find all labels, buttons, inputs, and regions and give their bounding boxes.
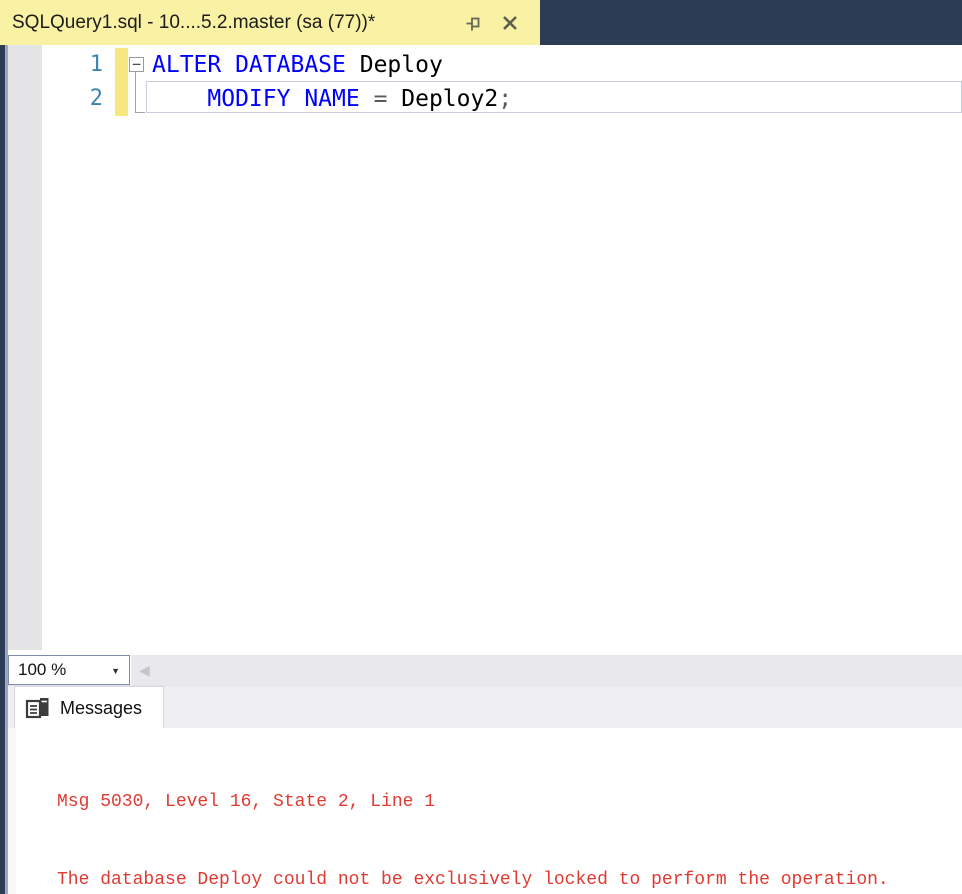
sql-operator: = bbox=[359, 86, 402, 112]
messages-panel: Msg 5030, Level 16, State 2, Line 1 The … bbox=[8, 728, 962, 894]
pin-icon[interactable] bbox=[460, 10, 486, 36]
code-line-2[interactable]: 2 MODIFY NAME = Deploy2; bbox=[42, 82, 962, 116]
document-tab-sqlquery1[interactable]: SQLQuery1.sql - 10....5.2.master (sa (77… bbox=[0, 0, 540, 45]
close-icon[interactable] bbox=[497, 10, 523, 36]
sql-identifier: Deploy2 bbox=[401, 86, 499, 112]
line-number: 1 bbox=[89, 52, 103, 77]
messages-icon bbox=[25, 696, 51, 720]
collapse-icon[interactable]: − bbox=[129, 57, 144, 72]
error-message-line: Msg 5030, Level 16, State 2, Line 1 bbox=[57, 792, 436, 812]
scroll-left-arrow-icon[interactable]: ◀ bbox=[139, 655, 150, 685]
zoom-value: 100 % bbox=[18, 660, 67, 679]
change-tracking-bar bbox=[115, 48, 128, 82]
indicator-margin bbox=[8, 45, 42, 650]
horizontal-scrollbar[interactable]: ◀ bbox=[131, 655, 962, 685]
query-editor-pane: 1 − ALTER DATABASE Deploy 2 MODIFY NAME … bbox=[8, 45, 962, 894]
sql-keyword: ALTER DATABASE bbox=[152, 52, 346, 78]
results-tab-strip: Messages bbox=[8, 685, 962, 729]
messages-tab-label: Messages bbox=[60, 697, 143, 718]
code-text: MODIFY NAME = Deploy2; bbox=[150, 82, 512, 116]
sql-semicolon: ; bbox=[498, 86, 513, 112]
code-text: ALTER DATABASE Deploy bbox=[150, 48, 443, 82]
ssms-window: SQLQuery1.sql - 10....5.2.master (sa (77… bbox=[0, 0, 962, 894]
chevron-down-icon[interactable]: ▼ bbox=[111, 666, 120, 676]
document-tab-bar: SQLQuery1.sql - 10....5.2.master (sa (77… bbox=[0, 0, 962, 45]
line-number: 2 bbox=[89, 86, 103, 111]
fold-margin bbox=[128, 82, 150, 116]
editor-bottom-bar: 100 % ▼ ◀ bbox=[8, 655, 962, 685]
zoom-dropdown[interactable]: 100 % ▼ bbox=[8, 655, 130, 685]
change-tracking-bar bbox=[115, 82, 128, 116]
code-editor[interactable]: 1 − ALTER DATABASE Deploy 2 MODIFY NAME … bbox=[8, 45, 962, 650]
fold-margin: − bbox=[128, 48, 150, 82]
sql-identifier: Deploy bbox=[345, 52, 443, 78]
code-line-1[interactable]: 1 − ALTER DATABASE Deploy bbox=[42, 48, 962, 82]
tab-messages[interactable]: Messages bbox=[14, 686, 164, 729]
error-message-line: The database Deploy could not be exclusi… bbox=[57, 870, 889, 890]
sql-keyword: MODIFY NAME bbox=[207, 86, 360, 112]
document-tab-title: SQLQuery1.sql - 10....5.2.master (sa (77… bbox=[12, 11, 376, 33]
